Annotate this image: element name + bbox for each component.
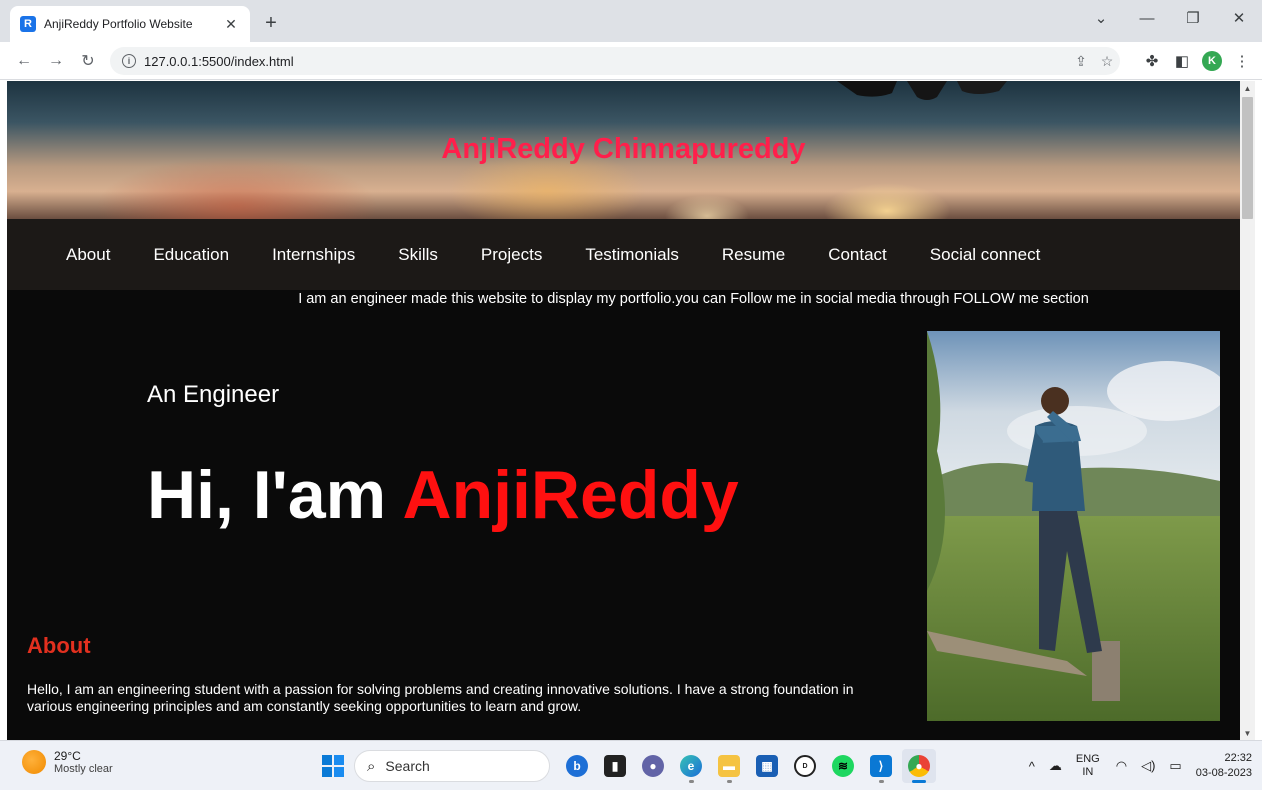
close-window-button[interactable]: ✕ bbox=[1216, 0, 1262, 36]
browser-tab[interactable]: R AnjiReddy Portfolio Website ✕ bbox=[10, 6, 250, 42]
about-heading: About bbox=[27, 633, 91, 658]
bookmark-star-icon[interactable]: ☆ bbox=[1094, 53, 1120, 70]
address-bar[interactable]: i 127.0.0.1:5500/index.html ⇪ ☆ bbox=[110, 47, 1120, 75]
page-scrollbar[interactable]: ▲ ▼ bbox=[1240, 81, 1255, 740]
scroll-down-arrow-icon[interactable]: ▼ bbox=[1240, 726, 1255, 740]
bing-app[interactable]: b bbox=[560, 749, 594, 783]
greeting-prefix: Hi, I'am bbox=[147, 457, 403, 533]
spotify-app[interactable]: ≋ bbox=[826, 749, 860, 783]
vscode-icon: ⟩ bbox=[870, 755, 892, 777]
page-viewport: AnjiReddy Chinnapureddy About Education … bbox=[7, 81, 1240, 740]
language-code: ENG bbox=[1075, 753, 1100, 765]
extensions-puzzle-icon[interactable]: ✤ bbox=[1140, 47, 1164, 75]
minimize-button[interactable]: — bbox=[1124, 0, 1170, 36]
forward-arrow-icon[interactable]: → bbox=[42, 47, 70, 75]
clock[interactable]: 22:32 03-08-2023 bbox=[1196, 751, 1252, 781]
profile-photo bbox=[927, 331, 1220, 721]
weather-temperature: 29°C bbox=[54, 749, 81, 763]
site-info-icon[interactable]: i bbox=[122, 54, 136, 68]
teams-chat-app[interactable]: ● bbox=[636, 749, 670, 783]
running-indicator bbox=[727, 780, 732, 783]
running-indicator bbox=[689, 780, 694, 783]
restore-button[interactable]: ❐ bbox=[1170, 0, 1216, 36]
wifi-icon[interactable]: ◠ bbox=[1116, 758, 1127, 774]
search-label: Search bbox=[385, 758, 430, 774]
menu-kebab-icon[interactable]: ⋮ bbox=[1230, 47, 1254, 75]
nav-internships[interactable]: Internships bbox=[272, 245, 355, 265]
intro-text: I am an engineer made this website to di… bbox=[298, 291, 1089, 307]
back-arrow-icon[interactable]: ← bbox=[10, 47, 38, 75]
bing-icon: b bbox=[566, 755, 588, 777]
region-code: IN bbox=[1082, 766, 1094, 778]
reload-icon[interactable]: ↻ bbox=[74, 47, 102, 75]
tab-title: AnjiReddy Portfolio Website bbox=[44, 17, 193, 31]
weather-description: Mostly clear bbox=[54, 763, 113, 775]
language-indicator[interactable]: ENG IN bbox=[1076, 753, 1100, 779]
spotify-icon: ≋ bbox=[832, 755, 854, 777]
favicon-icon: R bbox=[20, 16, 36, 32]
nav-social-connect[interactable]: Social connect bbox=[930, 245, 1041, 265]
main-nav: About Education Internships Skills Proje… bbox=[7, 219, 1240, 290]
profile-button[interactable]: K bbox=[1200, 47, 1224, 75]
dell-icon: D bbox=[794, 755, 816, 777]
clock-date: 03-08-2023 bbox=[1195, 767, 1252, 779]
onedrive-icon[interactable]: ☁ bbox=[1049, 758, 1062, 774]
side-panel-icon[interactable]: ◧ bbox=[1170, 47, 1194, 75]
greeting-name: AnjiReddy bbox=[402, 457, 739, 533]
drone-silhouette-image bbox=[837, 81, 1007, 100]
subtitle: An Engineer bbox=[147, 381, 280, 408]
tab-search-icon[interactable]: ⌄ bbox=[1078, 0, 1124, 36]
tab-close-icon[interactable]: ✕ bbox=[222, 16, 240, 33]
browser-toolbar: ← → ↻ i 127.0.0.1:5500/index.html ⇪ ☆ ✤ … bbox=[0, 42, 1262, 80]
task-view-app[interactable]: ▮ bbox=[598, 749, 632, 783]
nav-about[interactable]: About bbox=[66, 245, 110, 265]
taskbar-apps: ⌕ Search b ▮ ● e ▬ ▦ D ≋ ⟩ ● bbox=[316, 749, 940, 783]
chat-icon: ● bbox=[642, 755, 664, 777]
system-tray: ^ ☁ ENG IN ◠ ◁) ▭ 22:32 03-08-2023 bbox=[1029, 741, 1262, 790]
file-explorer-app[interactable]: ▬ bbox=[712, 749, 746, 783]
running-indicator bbox=[912, 780, 926, 783]
nav-testimonials[interactable]: Testimonials bbox=[585, 245, 679, 265]
store-icon: ▦ bbox=[756, 755, 778, 777]
nav-contact[interactable]: Contact bbox=[828, 245, 887, 265]
edge-icon: e bbox=[680, 755, 702, 777]
nav-education[interactable]: Education bbox=[153, 245, 229, 265]
running-indicator bbox=[879, 780, 884, 783]
weather-widget[interactable]: 29°C Mostly clear bbox=[22, 749, 113, 775]
clock-time: 22:32 bbox=[1224, 752, 1252, 764]
search-icon: ⌕ bbox=[367, 757, 376, 775]
store-app[interactable]: ▦ bbox=[750, 749, 784, 783]
toolbar-actions: ✤ ◧ K ⋮ bbox=[1140, 47, 1254, 75]
hero-banner: AnjiReddy Chinnapureddy bbox=[7, 81, 1240, 219]
edge-app[interactable]: e bbox=[674, 749, 708, 783]
vscode-app[interactable]: ⟩ bbox=[864, 749, 898, 783]
chrome-icon: ● bbox=[908, 755, 930, 777]
moon-cloud-icon bbox=[22, 750, 46, 774]
url-text[interactable]: 127.0.0.1:5500/index.html bbox=[144, 54, 1068, 69]
greeting-heading: Hi, I'am AnjiReddy bbox=[147, 456, 739, 534]
chrome-app[interactable]: ● bbox=[902, 749, 936, 783]
volume-icon[interactable]: ◁) bbox=[1141, 758, 1155, 774]
scroll-up-arrow-icon[interactable]: ▲ bbox=[1240, 81, 1255, 95]
taskbar: 29°C Mostly clear ⌕ Search b ▮ ● e ▬ ▦ D… bbox=[0, 740, 1262, 790]
chevron-up-icon[interactable]: ^ bbox=[1029, 759, 1035, 774]
windows-logo-icon bbox=[322, 755, 344, 777]
nav-skills[interactable]: Skills bbox=[398, 245, 438, 265]
tab-strip: R AnjiReddy Portfolio Website ✕ + ⌄ — ❐ … bbox=[0, 0, 1262, 42]
avatar: K bbox=[1202, 51, 1222, 71]
new-tab-button[interactable]: + bbox=[258, 10, 284, 36]
start-button[interactable] bbox=[316, 749, 350, 783]
share-icon[interactable]: ⇪ bbox=[1068, 53, 1094, 70]
window-controls: ⌄ — ❐ ✕ bbox=[1078, 0, 1262, 42]
dell-app[interactable]: D bbox=[788, 749, 822, 783]
task-view-icon: ▮ bbox=[604, 755, 626, 777]
battery-icon[interactable]: ▭ bbox=[1169, 758, 1181, 774]
folder-icon: ▬ bbox=[718, 755, 740, 777]
nav-resume[interactable]: Resume bbox=[722, 245, 785, 265]
nav-projects[interactable]: Projects bbox=[481, 245, 542, 265]
site-title: AnjiReddy Chinnapureddy bbox=[441, 133, 806, 165]
scrollbar-thumb[interactable] bbox=[1242, 97, 1253, 219]
taskbar-search[interactable]: ⌕ Search bbox=[354, 750, 550, 782]
about-text: Hello, I am an engineering student with … bbox=[27, 681, 854, 714]
